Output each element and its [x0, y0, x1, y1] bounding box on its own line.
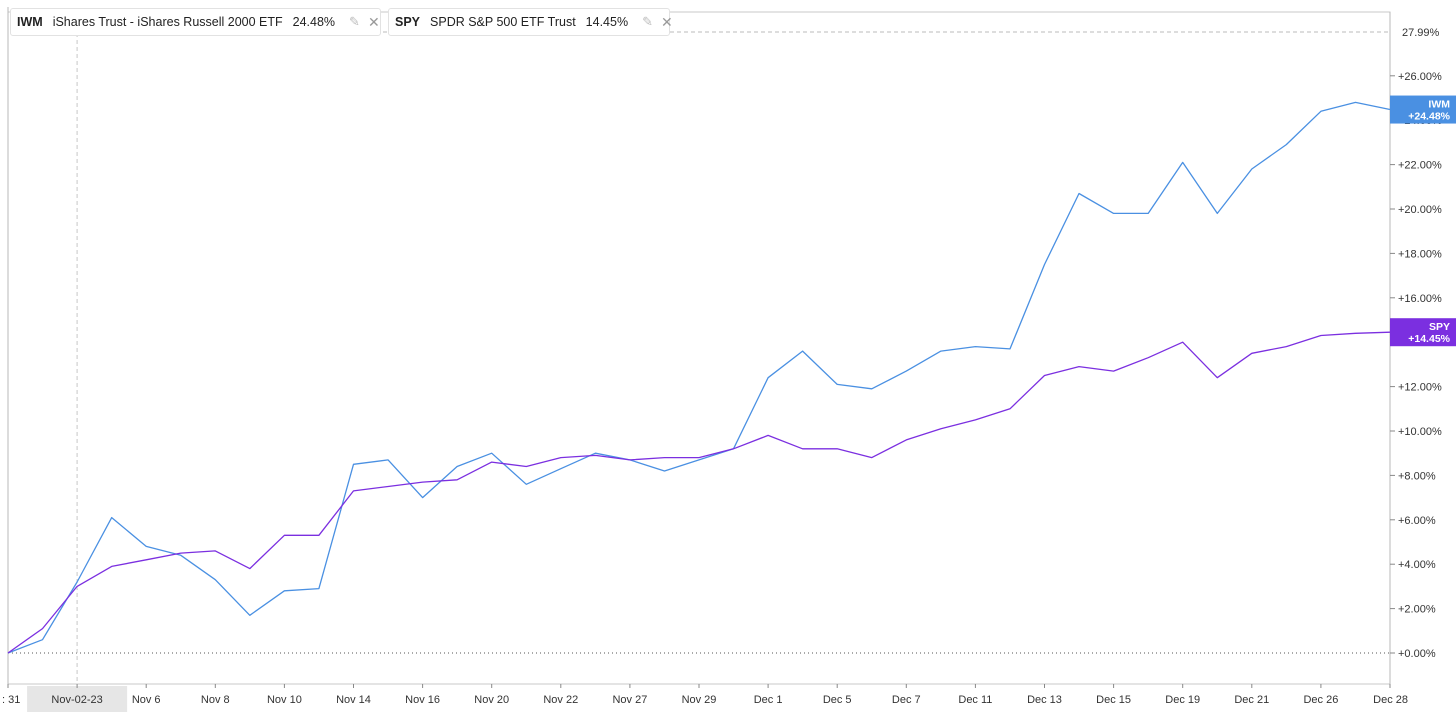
last-value-tag-iwm: IWM+24.48%	[1390, 95, 1456, 124]
chart-frame: 27.99% +0.00% +2.00% +4.00% +6.00% +8.00% +10…	[0, 0, 1456, 712]
x-tick-label: Dec 7	[892, 694, 921, 706]
y-tick-label: +6.00%	[1398, 515, 1436, 527]
y-tick-label: +4.00%	[1398, 559, 1436, 571]
max-value-label: 27.99%	[1402, 27, 1440, 39]
x-tick-label: Nov 22	[543, 694, 578, 706]
x-tick-label: Nov 16	[405, 694, 440, 706]
legend-change: 24.48%	[292, 15, 336, 29]
legend-symbol: SPY	[395, 15, 421, 29]
legend-name: SPDR S&P 500 ETF Trust	[430, 15, 576, 29]
x-tick-label: Nov 14	[336, 694, 371, 706]
y-tick-label: +18.00%	[1398, 248, 1442, 260]
legend-name: iShares Trust - iShares Russell 2000 ETF	[52, 15, 283, 29]
close-icon[interactable]: ✕	[368, 14, 380, 31]
brush-icon[interactable]: ✎	[642, 14, 653, 30]
y-tick-label: +0.00%	[1398, 648, 1436, 660]
series-line-iwm[interactable]	[7, 101, 1391, 654]
x-tick-label: Dec 11	[958, 694, 992, 706]
last-value-tag-value: +14.45%	[1408, 333, 1450, 345]
x-tick-label: Dec 26	[1303, 694, 1338, 706]
x-tick-label: Dec 1	[754, 694, 783, 706]
x-tick-label: Dec 13	[1027, 694, 1062, 706]
last-value-tag-symbol: IWM	[1428, 99, 1450, 111]
y-tick-label: +20.00%	[1398, 204, 1442, 216]
y-tick-label: +10.00%	[1398, 426, 1442, 438]
x-tick-label: Nov 10	[267, 694, 302, 706]
series-line-spy[interactable]	[7, 331, 1391, 654]
x-tick-label: Dec 5	[823, 694, 852, 706]
y-tick-label: +12.00%	[1398, 382, 1442, 394]
x-tick-label: Dec 21	[1234, 694, 1269, 706]
y-tick-label: +8.00%	[1398, 470, 1436, 482]
x-tick-label: Nov 8	[201, 694, 230, 706]
x-tick-label: Nov-02-23	[51, 694, 102, 706]
x-tick-label: Nov 27	[612, 694, 647, 706]
x-tick-label: Dec 19	[1165, 694, 1200, 706]
plot-border	[7, 11, 1391, 685]
y-tick-label: +2.00%	[1398, 604, 1436, 616]
close-icon[interactable]: ✕	[661, 14, 673, 31]
legend-chip-iwm[interactable]: IWM iShares Trust - iShares Russell 2000…	[10, 8, 381, 36]
x-tick-label: Dec 28	[1373, 694, 1408, 706]
legend-chip-spy[interactable]: SPY SPDR S&P 500 ETF Trust 14.45% ✎ ✕	[388, 8, 673, 36]
x-tick-label: Nov 29	[682, 694, 717, 706]
legend-change: 14.45%	[585, 15, 629, 29]
y-tick-label: +22.00%	[1398, 160, 1442, 172]
last-value-tag-symbol: SPY	[1429, 321, 1450, 333]
y-tick-label: +26.00%	[1398, 71, 1442, 83]
chart-plot[interactable]: 27.99% +0.00% +2.00% +4.00% +6.00% +8.00% +10…	[0, 0, 1456, 712]
x-tick-label: Nov 20	[474, 694, 509, 706]
x-tick-label: : 31	[2, 694, 20, 706]
brush-icon[interactable]: ✎	[349, 14, 360, 30]
x-tick-label: Nov 6	[132, 694, 161, 706]
last-value-tag-value: +24.48%	[1408, 111, 1450, 123]
y-tick-label: +16.00%	[1398, 293, 1442, 305]
legend-symbol: IWM	[17, 15, 43, 29]
x-tick-label: Dec 15	[1096, 694, 1131, 706]
last-value-tag-spy: SPY+14.45%	[1390, 318, 1456, 347]
